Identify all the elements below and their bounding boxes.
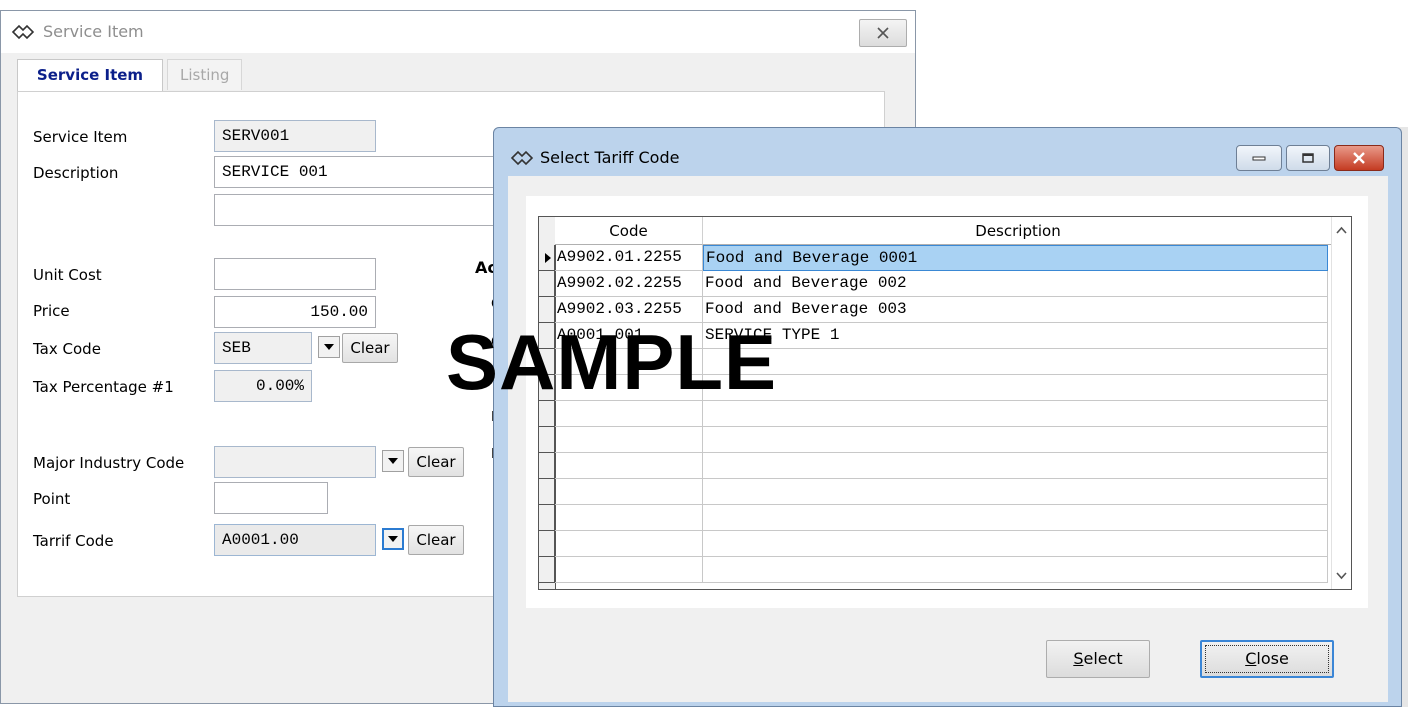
column-header-code[interactable]: Code xyxy=(555,217,703,245)
code-cell[interactable] xyxy=(555,505,703,531)
description-cell[interactable] xyxy=(703,531,1328,557)
tariff-code-dropdown-button[interactable] xyxy=(382,528,404,550)
unit-cost-label: Unit Cost xyxy=(33,266,102,284)
select-tariff-code-dialog: Select Tariff Code Code Description A990… xyxy=(493,127,1402,707)
vertical-scrollbar[interactable] xyxy=(1331,217,1351,589)
row-header[interactable] xyxy=(539,557,555,583)
major-industry-dropdown-button[interactable] xyxy=(382,450,404,472)
row-header[interactable] xyxy=(539,245,555,271)
price-field[interactable]: 150.00 xyxy=(214,296,376,328)
table-row[interactable] xyxy=(539,479,1351,505)
tax-percentage-field[interactable]: 0.00% xyxy=(214,370,312,402)
row-header[interactable] xyxy=(539,479,555,505)
row-header[interactable] xyxy=(539,505,555,531)
dropdown-arrow-icon xyxy=(324,344,334,350)
description-cell[interactable] xyxy=(703,479,1328,505)
scroll-down-icon[interactable] xyxy=(1336,570,1347,581)
description-cell[interactable] xyxy=(703,401,1328,427)
tariff-code-label: Tarrif Code xyxy=(33,532,114,550)
current-row-icon xyxy=(545,253,551,263)
code-cell[interactable] xyxy=(555,427,703,453)
row-header[interactable] xyxy=(539,427,555,453)
code-cell[interactable] xyxy=(555,557,703,583)
point-field[interactable] xyxy=(214,482,328,514)
table-row[interactable] xyxy=(539,531,1351,557)
select-mnemonic: S xyxy=(1073,649,1084,668)
close-icon xyxy=(1353,152,1365,164)
description-field[interactable]: SERVICE 001 xyxy=(214,156,514,188)
unit-cost-field[interactable] xyxy=(214,258,376,290)
app-icon xyxy=(11,24,35,40)
tax-code-clear-button[interactable]: Clear xyxy=(342,333,398,363)
row-header[interactable] xyxy=(539,271,555,297)
table-row[interactable]: A9902.01.2255 Food and Beverage 0001 xyxy=(539,245,1351,271)
tax-percentage-label: Tax Percentage #1 xyxy=(33,378,174,396)
dialog-body: Code Description A9902.01.2255 Food and B… xyxy=(508,176,1388,702)
tax-code-label: Tax Code xyxy=(33,340,101,358)
description-cell[interactable] xyxy=(703,505,1328,531)
table-row[interactable] xyxy=(539,453,1351,479)
point-label: Point xyxy=(33,490,71,508)
description-cell[interactable]: Food and Beverage 002 xyxy=(703,271,1328,297)
select-label-rest: elect xyxy=(1083,649,1123,668)
close-icon xyxy=(877,27,889,39)
title-bar: Service Item xyxy=(1,11,915,53)
maximize-icon xyxy=(1302,153,1314,163)
service-item-label: Service Item xyxy=(33,128,128,146)
description-cell[interactable]: SERVICE TYPE 1 xyxy=(703,323,1328,349)
table-row[interactable]: A9902.02.2255 Food and Beverage 002 xyxy=(539,271,1351,297)
description-label: Description xyxy=(33,164,119,182)
tax-code-field[interactable]: SEB xyxy=(214,332,312,364)
tariff-code-clear-button[interactable]: Clear xyxy=(408,525,464,555)
code-cell[interactable]: A9902.02.2255 xyxy=(555,271,703,297)
window-title: Service Item xyxy=(43,22,144,41)
code-cell[interactable] xyxy=(555,531,703,557)
major-industry-clear-button[interactable]: Clear xyxy=(408,447,464,477)
dropdown-arrow-icon xyxy=(388,536,398,542)
tariff-code-field[interactable]: A0001.00 xyxy=(214,524,376,556)
minimize-button[interactable] xyxy=(1236,145,1282,171)
code-cell[interactable] xyxy=(555,479,703,505)
price-label: Price xyxy=(33,302,70,320)
description-cell[interactable]: Food and Beverage 0001 xyxy=(703,245,1328,271)
major-industry-code-field[interactable] xyxy=(214,446,376,478)
table-row[interactable] xyxy=(539,427,1351,453)
table-row[interactable] xyxy=(539,505,1351,531)
close-dialog-button[interactable]: Close xyxy=(1200,640,1334,678)
row-header[interactable] xyxy=(539,453,555,479)
scroll-up-icon[interactable] xyxy=(1336,225,1347,236)
app-icon xyxy=(510,150,534,166)
description-cell[interactable] xyxy=(703,427,1328,453)
dialog-title: Select Tariff Code xyxy=(540,148,680,167)
description-cell[interactable] xyxy=(703,375,1328,401)
row-header[interactable] xyxy=(539,531,555,557)
description-field-2[interactable] xyxy=(214,194,514,226)
minimize-icon xyxy=(1252,156,1266,161)
close-button[interactable] xyxy=(859,19,907,47)
focus-rectangle xyxy=(1205,645,1329,673)
code-cell[interactable] xyxy=(555,453,703,479)
column-header-description[interactable]: Description xyxy=(703,217,1333,245)
tab-service-item[interactable]: Service Item xyxy=(17,59,163,92)
sample-watermark: SAMPLE xyxy=(446,318,778,406)
dropdown-arrow-icon xyxy=(388,458,398,464)
code-cell[interactable]: A9902.01.2255 xyxy=(555,245,703,271)
major-industry-code-label: Major Industry Code xyxy=(33,454,185,472)
tax-code-dropdown-button[interactable] xyxy=(318,336,340,358)
description-cell[interactable] xyxy=(703,557,1328,583)
description-cell[interactable] xyxy=(703,453,1328,479)
close-button[interactable] xyxy=(1334,145,1384,171)
maximize-button[interactable] xyxy=(1286,145,1330,171)
description-cell[interactable]: Food and Beverage 003 xyxy=(703,297,1328,323)
description-cell[interactable] xyxy=(703,349,1328,375)
select-button[interactable]: Select xyxy=(1046,640,1150,678)
table-row[interactable] xyxy=(539,557,1351,583)
service-item-field[interactable]: SERV001 xyxy=(214,120,376,152)
tab-listing[interactable]: Listing xyxy=(167,59,243,90)
